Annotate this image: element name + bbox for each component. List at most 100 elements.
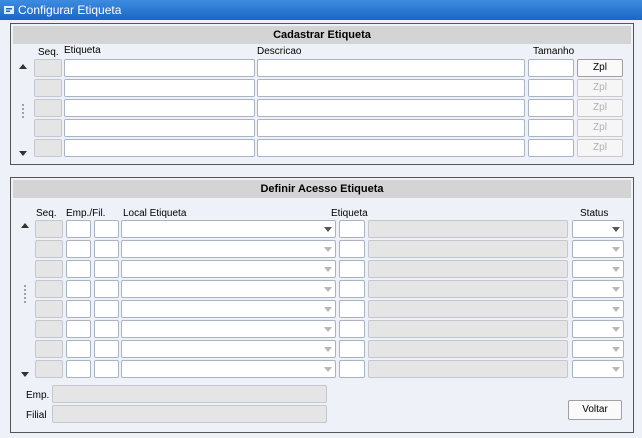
fil-input[interactable] (94, 320, 119, 338)
chevron-down-icon[interactable] (324, 347, 332, 352)
seq-field (35, 320, 63, 338)
scroll-down-icon[interactable] (19, 151, 27, 156)
tamanho-input[interactable] (528, 139, 574, 157)
zpl-button[interactable]: Zpl (577, 79, 623, 97)
acesso-scrollbar[interactable] (20, 221, 31, 379)
emp-input[interactable] (66, 260, 91, 278)
status-select[interactable] (572, 320, 624, 338)
status-select[interactable] (572, 240, 624, 258)
descricao-input[interactable] (257, 99, 525, 117)
fil-input[interactable] (94, 260, 119, 278)
local-etiqueta-select[interactable] (121, 300, 336, 318)
etiqueta-desc-field (368, 360, 568, 378)
emp-input[interactable] (66, 300, 91, 318)
etiqueta-input[interactable] (339, 260, 365, 278)
title-bar: Configurar Etiqueta (0, 0, 642, 20)
status-select[interactable] (572, 360, 624, 378)
col-header-etiqueta: Etiqueta (64, 45, 101, 56)
seq-field (35, 300, 63, 318)
zpl-button[interactable]: Zpl (577, 99, 623, 117)
emp-input[interactable] (66, 240, 91, 258)
voltar-button[interactable]: Voltar (568, 400, 622, 420)
col-header-status: Status (580, 208, 609, 219)
chevron-down-icon[interactable] (324, 287, 332, 292)
etiqueta-input[interactable] (339, 340, 365, 358)
tamanho-input[interactable] (528, 99, 574, 117)
descricao-input[interactable] (257, 79, 525, 97)
status-select[interactable] (572, 300, 624, 318)
local-etiqueta-select[interactable] (121, 220, 336, 238)
fil-input[interactable] (94, 220, 119, 238)
scroll-grip-icon[interactable] (22, 283, 28, 303)
etiqueta-input[interactable] (64, 79, 255, 97)
descricao-input[interactable] (257, 119, 525, 137)
scroll-up-icon[interactable] (21, 223, 29, 228)
chevron-down-icon[interactable] (612, 287, 620, 292)
emp-field (52, 385, 327, 403)
descricao-input[interactable] (257, 139, 525, 157)
zpl-button[interactable]: Zpl (577, 139, 623, 157)
chevron-down-icon[interactable] (324, 307, 332, 312)
fil-input[interactable] (94, 360, 119, 378)
local-etiqueta-select[interactable] (121, 360, 336, 378)
emp-input[interactable] (66, 340, 91, 358)
chevron-down-icon[interactable] (324, 227, 332, 232)
chevron-down-icon[interactable] (612, 227, 620, 232)
app-icon (4, 6, 14, 14)
chevron-down-icon[interactable] (612, 247, 620, 252)
chevron-down-icon[interactable] (612, 307, 620, 312)
seq-field (35, 260, 63, 278)
emp-input[interactable] (66, 280, 91, 298)
local-etiqueta-select[interactable] (121, 280, 336, 298)
status-select[interactable] (572, 340, 624, 358)
fil-input[interactable] (94, 240, 119, 258)
etiqueta-input[interactable] (339, 320, 365, 338)
scroll-grip-icon[interactable] (20, 102, 26, 118)
emp-input[interactable] (66, 220, 91, 238)
etiqueta-input[interactable] (339, 300, 365, 318)
descricao-input[interactable] (257, 59, 525, 77)
status-select[interactable] (572, 260, 624, 278)
cadastrar-etiqueta-panel: Cadastrar Etiqueta Seq. Etiqueta Descric… (10, 23, 634, 165)
emp-input[interactable] (66, 360, 91, 378)
local-etiqueta-select[interactable] (121, 320, 336, 338)
chevron-down-icon[interactable] (612, 347, 620, 352)
etiqueta-desc-field (368, 280, 568, 298)
scroll-up-icon[interactable] (19, 64, 27, 69)
cadastrar-scrollbar[interactable] (18, 62, 29, 158)
etiqueta-input[interactable] (64, 139, 255, 157)
fil-input[interactable] (94, 300, 119, 318)
etiqueta-input[interactable] (64, 59, 255, 77)
chevron-down-icon[interactable] (324, 267, 332, 272)
fil-input[interactable] (94, 280, 119, 298)
emp-input[interactable] (66, 320, 91, 338)
local-etiqueta-select[interactable] (121, 260, 336, 278)
local-etiqueta-select[interactable] (121, 340, 336, 358)
etiqueta-input[interactable] (339, 280, 365, 298)
status-select[interactable] (572, 280, 624, 298)
chevron-down-icon[interactable] (612, 327, 620, 332)
zpl-button[interactable]: Zpl (577, 119, 623, 137)
seq-field (34, 139, 62, 157)
etiqueta-input[interactable] (64, 119, 255, 137)
chevron-down-icon[interactable] (324, 327, 332, 332)
etiqueta-input[interactable] (339, 220, 365, 238)
tamanho-input[interactable] (528, 119, 574, 137)
tamanho-input[interactable] (528, 59, 574, 77)
chevron-down-icon[interactable] (324, 367, 332, 372)
chevron-down-icon[interactable] (612, 367, 620, 372)
status-select[interactable] (572, 220, 624, 238)
etiqueta-input[interactable] (339, 360, 365, 378)
chevron-down-icon[interactable] (324, 247, 332, 252)
zpl-button[interactable]: Zpl (577, 59, 623, 77)
etiqueta-input[interactable] (339, 240, 365, 258)
tamanho-input[interactable] (528, 79, 574, 97)
fil-input[interactable] (94, 340, 119, 358)
col-header-seq: Seq. (38, 47, 59, 58)
definir-acesso-panel: Definir Acesso Etiqueta Seq. Emp./Fil. L… (10, 177, 634, 433)
chevron-down-icon[interactable] (612, 267, 620, 272)
etiqueta-input[interactable] (64, 99, 255, 117)
seq-field (35, 280, 63, 298)
local-etiqueta-select[interactable] (121, 240, 336, 258)
scroll-down-icon[interactable] (21, 372, 29, 377)
